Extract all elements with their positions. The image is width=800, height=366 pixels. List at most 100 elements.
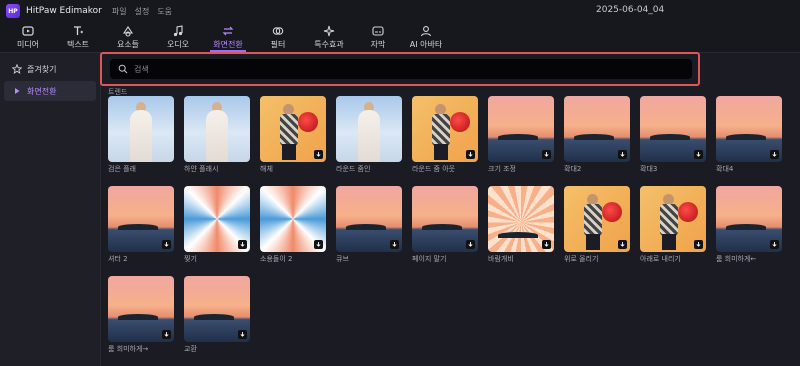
transition-thumbnail[interactable]	[716, 96, 782, 162]
transition-tile[interactable]: 확대3	[640, 96, 706, 174]
transition-name: 아래로 내리기	[640, 255, 681, 263]
transition-thumbnail[interactable]	[260, 96, 326, 162]
tab-effects[interactable]: 특수효과	[306, 22, 352, 52]
transition-name: 크기 조정	[488, 165, 516, 173]
download-icon[interactable]	[542, 150, 551, 159]
download-icon[interactable]	[542, 240, 551, 249]
transition-tile[interactable]: 룸 희미하게→	[108, 276, 174, 354]
tab-transitions-label: 화면전환	[213, 39, 243, 49]
app-logo-text: HP	[8, 7, 18, 15]
menu-settings[interactable]: 설정	[135, 6, 150, 17]
tab-media[interactable]: 미디어	[8, 22, 48, 52]
transition-tile[interactable]: 검은 플래	[108, 96, 174, 174]
transition-thumbnail[interactable]	[564, 96, 630, 162]
download-icon[interactable]	[694, 150, 703, 159]
search-input[interactable]	[134, 64, 634, 74]
tab-audio-label: 오디오	[166, 39, 190, 49]
ai-avatar-icon	[420, 25, 432, 36]
transition-name: 페이지 말기	[412, 255, 447, 263]
tab-subtitles-label: 자막	[370, 39, 386, 49]
transition-name: 확대3	[640, 165, 658, 173]
transition-tile[interactable]: 확대4	[716, 96, 782, 174]
category-sidebar: 즐겨찾기 화면전환	[0, 53, 101, 366]
transition-thumbnail[interactable]	[184, 276, 250, 342]
transition-thumbnail[interactable]	[260, 186, 326, 252]
transition-thumbnail[interactable]	[488, 96, 554, 162]
transition-thumbnail[interactable]	[564, 186, 630, 252]
tab-ai-avatar-label: AI 아바타	[409, 39, 443, 49]
transition-tile[interactable]: 소용돌이 2	[260, 186, 326, 264]
tab-text[interactable]: 텍스트	[58, 22, 98, 52]
transition-tile[interactable]: 찢기	[184, 186, 250, 264]
transition-thumbnail[interactable]	[184, 186, 250, 252]
audio-icon	[173, 24, 183, 36]
transition-thumbnail[interactable]	[640, 186, 706, 252]
transition-tile[interactable]: 큐브	[336, 186, 402, 264]
transition-thumbnail[interactable]	[184, 96, 250, 162]
download-icon[interactable]	[162, 240, 171, 249]
transition-thumbnail[interactable]	[336, 186, 402, 252]
download-icon[interactable]	[466, 150, 475, 159]
transition-name: 확대2	[564, 165, 582, 173]
transition-name: 큐브	[336, 255, 349, 263]
tab-subtitles[interactable]: 자막	[360, 22, 396, 52]
subtitle-icon	[372, 25, 384, 36]
sidebar-item-favorites[interactable]: 즐겨찾기	[4, 59, 96, 79]
transition-tile[interactable]: 하얀 플래시	[184, 96, 250, 174]
transition-name: 찢기	[184, 255, 197, 263]
transition-icon	[222, 26, 234, 35]
tab-elements[interactable]: 요소들	[108, 22, 148, 52]
transition-thumbnail[interactable]	[336, 96, 402, 162]
transition-name: 해체	[260, 165, 273, 173]
download-icon[interactable]	[390, 240, 399, 249]
transition-tile[interactable]: 위로 올리기	[564, 186, 630, 264]
download-icon[interactable]	[694, 240, 703, 249]
project-title: 2025-06-04_04	[596, 5, 665, 15]
tab-ai-avatar[interactable]: AI 아바타	[404, 22, 448, 52]
tab-transitions[interactable]: 화면전환	[206, 22, 250, 52]
download-icon[interactable]	[770, 150, 779, 159]
tab-filter[interactable]: 필터	[258, 22, 298, 52]
transition-tile[interactable]: 아래로 내리기	[640, 186, 706, 264]
menu-help[interactable]: 도움	[157, 6, 172, 17]
transition-tile[interactable]: 확대2	[564, 96, 630, 174]
sidebar-item-transitions[interactable]: 화면전환	[4, 81, 96, 101]
transition-tile[interactable]: 해체	[260, 96, 326, 174]
transition-thumbnail[interactable]	[108, 186, 174, 252]
transition-tile[interactable]: 라운드 줌 아웃	[412, 96, 478, 174]
transition-name: 확대4	[716, 165, 734, 173]
download-icon[interactable]	[618, 150, 627, 159]
transition-thumbnail[interactable]	[640, 96, 706, 162]
transition-thumbnail[interactable]	[412, 186, 478, 252]
download-icon[interactable]	[238, 240, 247, 249]
transition-thumbnail[interactable]	[108, 276, 174, 342]
tab-filter-label: 필터	[270, 39, 286, 49]
transition-name: 위로 올리기	[564, 255, 599, 263]
transition-thumbnail[interactable]	[108, 96, 174, 162]
transition-thumbnail[interactable]	[488, 186, 554, 252]
transition-tile[interactable]: 라운드 줌인	[336, 96, 402, 174]
transition-tile[interactable]: 교환	[184, 276, 250, 354]
tab-effects-label: 특수효과	[314, 39, 344, 49]
transition-tile[interactable]: 룸 희미하게←	[716, 186, 782, 264]
tab-audio[interactable]: 오디오	[158, 22, 198, 52]
transition-tile[interactable]: 셔터 2	[108, 186, 174, 264]
download-icon[interactable]	[314, 150, 323, 159]
transition-tile[interactable]: 크기 조정	[488, 96, 554, 174]
search-bar	[110, 59, 692, 79]
tab-elements-label: 요소들	[116, 39, 140, 49]
transition-name: 룸 희미하게←	[716, 255, 757, 263]
transition-tile[interactable]: 바람개비	[488, 186, 554, 264]
transition-thumbnail[interactable]	[412, 96, 478, 162]
transition-tile[interactable]: 페이지 말기	[412, 186, 478, 264]
download-icon[interactable]	[618, 240, 627, 249]
download-icon[interactable]	[466, 240, 475, 249]
transition-thumbnail[interactable]	[716, 186, 782, 252]
menu-file[interactable]: 파일	[112, 6, 127, 17]
download-icon[interactable]	[770, 240, 779, 249]
effects-icon	[323, 25, 335, 36]
download-icon[interactable]	[162, 330, 171, 339]
transition-name: 라운드 줌 아웃	[412, 165, 456, 173]
download-icon[interactable]	[238, 330, 247, 339]
download-icon[interactable]	[314, 240, 323, 249]
